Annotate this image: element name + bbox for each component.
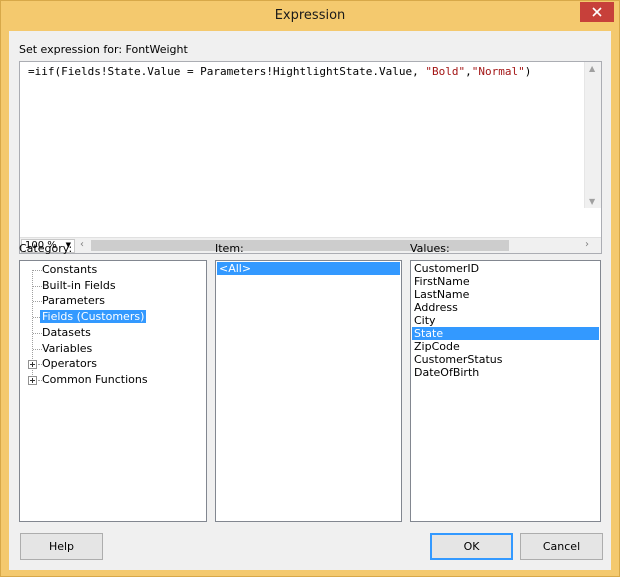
expression-label: Set expression for: FontWeight: [19, 43, 188, 56]
window-title: Expression: [274, 8, 346, 23]
category-item-label: Variables: [42, 341, 93, 355]
cancel-button[interactable]: Cancel: [520, 533, 603, 560]
expression-dialog: Expression Set expression for: FontWeigh…: [0, 0, 620, 577]
scroll-left-icon[interactable]: ‹: [80, 239, 84, 250]
help-button[interactable]: Help: [20, 533, 103, 560]
values-list-item[interactable]: CustomerID: [412, 262, 599, 275]
values-list-item[interactable]: FirstName: [412, 275, 599, 288]
dialog-body: Set expression for: FontWeight =iif(Fiel…: [9, 31, 611, 570]
close-button[interactable]: [580, 2, 614, 22]
category-item-label: Operators: [42, 357, 97, 371]
category-item-label: Fields (Customers): [40, 310, 147, 324]
values-list-item[interactable]: ZipCode: [412, 340, 599, 353]
values-list-item[interactable]: Address: [412, 301, 599, 314]
values-list-item[interactable]: DateOfBirth: [412, 366, 599, 379]
category-item-label: Built-in Fields: [42, 278, 116, 292]
values-list-item[interactable]: CustomerStatus: [412, 353, 599, 366]
ok-button[interactable]: OK: [430, 533, 513, 560]
category-item-label: Constants: [42, 263, 98, 276]
values-label: Values:: [410, 242, 450, 255]
expand-icon[interactable]: [28, 375, 37, 385]
values-list[interactable]: CustomerID FirstName LastName Address City St…: [410, 260, 601, 522]
close-icon: [592, 7, 602, 17]
scroll-right-icon[interactable]: ›: [585, 239, 589, 250]
values-list-item[interactable]: State: [412, 327, 599, 340]
expand-icon[interactable]: [28, 360, 37, 370]
category-tree[interactable]: Constants Built-in Fields Parameters Fields…: [19, 260, 207, 522]
expression-editor[interactable]: =iif(Fields!State.Value = Parameters!Hig…: [19, 61, 602, 254]
category-item-label: Datasets: [42, 325, 91, 339]
values-list-item[interactable]: LastName: [412, 288, 599, 301]
scroll-down-icon[interactable]: ▼: [589, 197, 595, 206]
title-bar[interactable]: Expression: [1, 1, 619, 31]
category-label: Category:: [19, 242, 73, 255]
item-list-item[interactable]: <All>: [217, 262, 400, 275]
editor-vertical-scrollbar[interactable]: ▲ ▼: [584, 62, 601, 208]
category-item-label: Common Functions: [42, 372, 148, 386]
item-list[interactable]: <All>: [215, 260, 402, 522]
item-label: Item:: [215, 242, 244, 255]
values-list-item[interactable]: City: [412, 314, 599, 327]
expression-text[interactable]: =iif(Fields!State.Value = Parameters!Hig…: [28, 65, 531, 78]
editor-status-bar: 100 % ▼ ‹ ›: [20, 237, 601, 253]
category-item-label: Parameters: [42, 294, 105, 308]
scroll-up-icon[interactable]: ▲: [589, 64, 595, 73]
